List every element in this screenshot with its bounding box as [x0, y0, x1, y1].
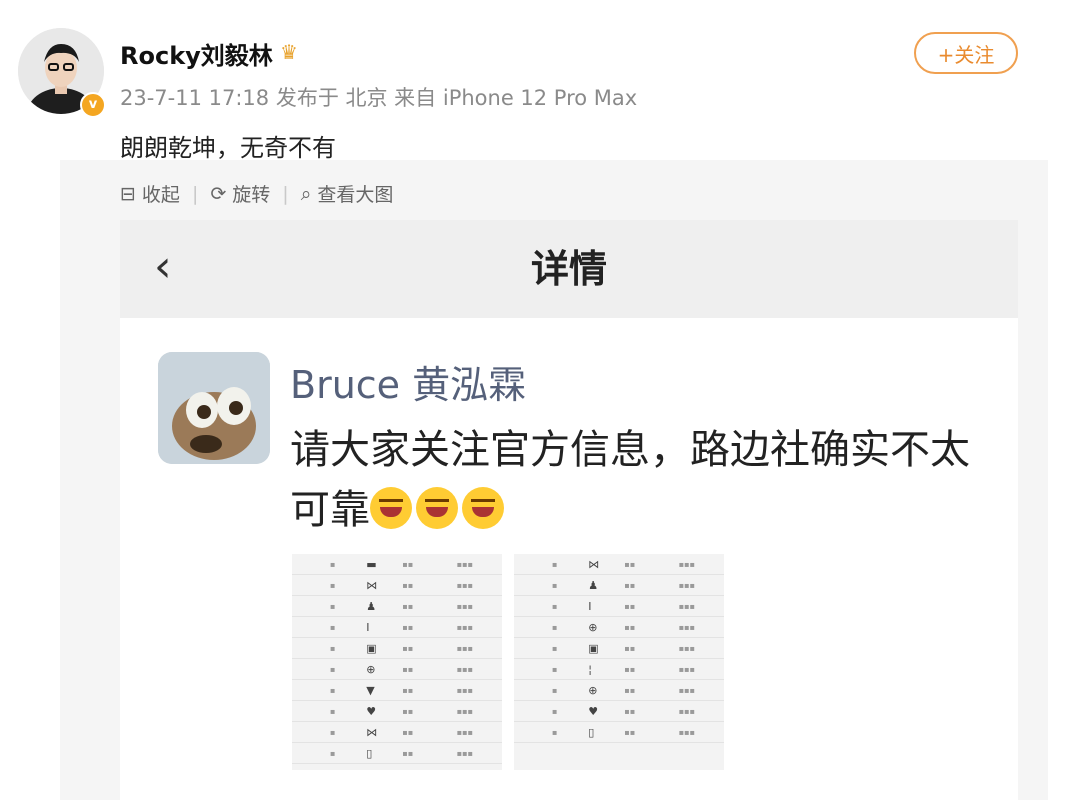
- screenshot-title: 详情: [530, 247, 607, 291]
- collapse-icon: ⊟: [120, 182, 136, 205]
- crown-icon: ♛: [280, 40, 298, 64]
- laugh-cry-emoji-icon: [370, 487, 412, 529]
- laugh-cry-emoji-icon: [416, 487, 458, 529]
- view-large-label: 查看大图: [317, 184, 394, 206]
- follow-button[interactable]: +关注: [914, 32, 1018, 74]
- attached-image-2[interactable]: ▪ ⋈ ▪▪ ▪▪▪ ▪ ♟ ▪▪ ▪▪▪ ▪ Ⅰ ▪▪ ▪▪▪ ▪ ⊕ ▪▪ ▪▪▪ ▪ ▣ ▪▪ ▪▪▪ …: [514, 554, 724, 770]
- collapse-label: 收起: [141, 184, 180, 206]
- collapse-button[interactable]: ⊟ 收起: [120, 180, 180, 207]
- laugh-cry-emoji-icon: [462, 487, 504, 529]
- verified-badge-icon: v: [80, 92, 106, 118]
- comment-text: 请大家关注官方信息，路边社确实不太可靠: [290, 420, 990, 540]
- post-text: 朗朗乾坤，无奇不有: [120, 134, 336, 162]
- post-meta: 23-7-11 17:18 发布于 北京 来自 iPhone 12 Pro Ma…: [120, 86, 638, 110]
- author-name: Bruce 黄泓霖: [290, 363, 527, 407]
- attached-image-1[interactable]: ▪ ▬ ▪▪ ▪▪▪ ▪ ⋈ ▪▪ ▪▪▪ ▪ ♟ ▪▪ ▪▪▪ ▪ Ⅰ ▪▪ ▪▪▪ ▪ ▣ ▪▪ ▪▪▪ …: [292, 554, 502, 770]
- username[interactable]: Rocky刘毅林: [120, 36, 273, 71]
- divider: |: [282, 182, 289, 205]
- rotate-button[interactable]: ⟳ 旋转: [210, 180, 270, 207]
- embedded-screenshot[interactable]: ‹ 详情 Bruce 黄泓霖 请大家关注官方信息，路边社确实不太可靠 ▪ ▬ ▪▪ ▪…: [120, 220, 1018, 800]
- author-avatar: [158, 352, 270, 464]
- divider: |: [191, 182, 199, 205]
- magnify-icon: ⌕: [300, 182, 312, 205]
- rotate-label: 旋转: [232, 184, 271, 206]
- rotate-icon: ⟳: [210, 182, 227, 205]
- media-toolbar: ⊟ 收起 | ⟳ 旋转 | ⌕ 查看大图: [120, 180, 393, 207]
- view-large-button[interactable]: ⌕ 查看大图: [301, 180, 394, 207]
